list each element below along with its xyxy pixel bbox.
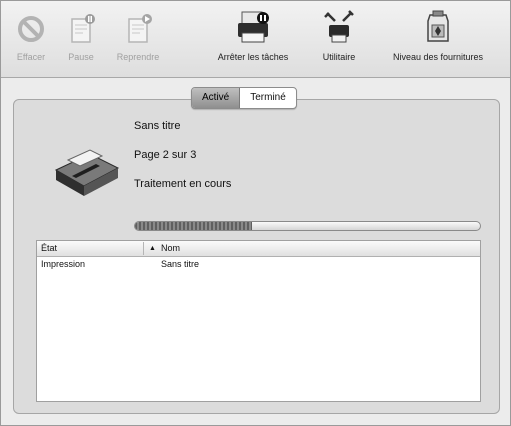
resume-label: Reprendre — [116, 52, 160, 62]
resume-button[interactable]: Reprendre — [109, 7, 167, 73]
delete-icon — [18, 16, 44, 42]
tab-completed-jobs[interactable]: Terminé — [240, 88, 296, 108]
job-table: État ▲ Nom Impression Sans titre — [36, 240, 481, 402]
print-queue-window: Effacer Pause Reprendre Arrêter les tâch… — [0, 0, 511, 426]
utility-button[interactable]: Utilitaire — [311, 7, 367, 73]
hold-label: Pause — [68, 52, 94, 62]
resume-icon — [128, 14, 152, 43]
row-name: Sans titre — [161, 259, 200, 269]
row-status: Impression — [41, 259, 86, 269]
column-header-status[interactable]: État — [41, 241, 57, 256]
delete-label: Effacer — [16, 52, 46, 62]
printer-icon — [54, 149, 120, 196]
column-divider — [143, 242, 144, 255]
sort-ascending-icon: ▲ — [149, 245, 156, 252]
job-name: Sans titre — [134, 120, 181, 132]
job-status: Traitement en cours — [134, 178, 232, 190]
stop-jobs-icon — [238, 11, 269, 43]
toolbar: Effacer Pause Reprendre Arrêter les tâch… — [1, 1, 510, 78]
supply-levels-label: Niveau des fournitures — [392, 52, 484, 62]
job-page-count: Page 2 sur 3 — [134, 149, 197, 161]
supply-levels-icon — [427, 10, 449, 42]
tab-active-jobs[interactable]: Activé — [192, 88, 241, 108]
job-progress-fill — [135, 222, 253, 230]
utility-icon — [324, 10, 354, 43]
table-header: État ▲ Nom — [37, 241, 480, 257]
stop-jobs-label: Arrêter les tâches — [217, 52, 289, 62]
column-header-name[interactable]: Nom — [161, 241, 180, 256]
stop-jobs-button[interactable]: Arrêter les tâches — [201, 7, 305, 73]
hold-icon — [71, 14, 95, 43]
delete-button[interactable]: Effacer — [9, 7, 53, 73]
job-progress-bar — [134, 221, 481, 231]
job-filter-control: Activé Terminé — [191, 87, 297, 109]
hold-button[interactable]: Pause — [59, 7, 103, 73]
table-row[interactable]: Impression Sans titre — [37, 257, 480, 271]
job-panel: Sans titre Page 2 sur 3 Traitement en co… — [13, 99, 500, 414]
supply-levels-button[interactable]: Niveau des fournitures — [371, 7, 505, 73]
utility-label: Utilitaire — [322, 52, 356, 62]
